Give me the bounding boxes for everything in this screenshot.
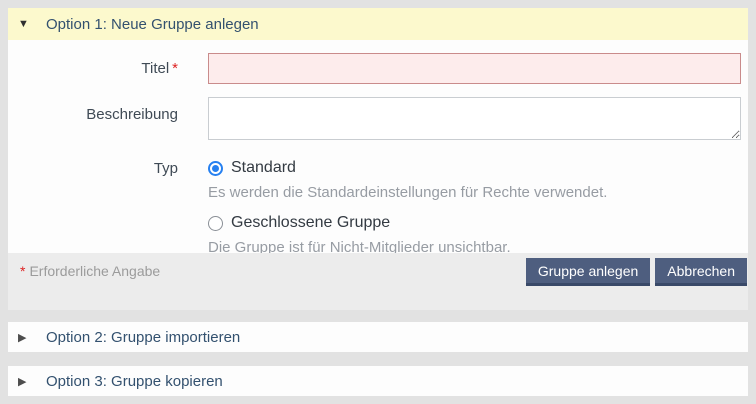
radio-closed-group-help: Die Gruppe ist für Nicht-Mitglieder unsi… — [208, 238, 741, 253]
accordion-header-option2[interactable]: ▶ Option 2: Gruppe importieren — [8, 322, 748, 352]
form-footer: *Erforderliche Angabe Gruppe anlegen Abb… — [8, 253, 748, 310]
radio-unselected-icon[interactable] — [208, 216, 223, 231]
type-field-wrap: Standard Es werden die Standardeinstellu… — [208, 158, 741, 253]
description-textarea[interactable] — [208, 97, 741, 140]
description-field-wrap — [208, 97, 741, 145]
required-note: *Erforderliche Angabe — [20, 258, 521, 279]
triangle-right-icon: ▶ — [18, 375, 38, 388]
accordion-title-option1: Option 1: Neue Gruppe anlegen — [46, 16, 259, 33]
required-note-asterisk: * — [20, 263, 25, 279]
required-asterisk: * — [172, 60, 178, 77]
triangle-right-icon: ▶ — [18, 331, 38, 344]
type-row: Typ Standard Es werden die Standardeinst… — [8, 158, 741, 253]
triangle-down-icon: ▼ — [18, 18, 38, 30]
radio-selected-icon[interactable] — [208, 161, 223, 176]
create-group-button[interactable]: Gruppe anlegen — [526, 258, 650, 286]
radio-closed-group-label: Geschlossene Gruppe — [231, 213, 390, 233]
required-note-text: Erforderliche Angabe — [29, 263, 160, 279]
title-label-text: Titel — [141, 60, 169, 77]
accordion-title-option2: Option 2: Gruppe importieren — [46, 329, 240, 346]
radio-standard[interactable]: Standard — [208, 158, 741, 178]
radio-standard-label: Standard — [231, 158, 296, 178]
radio-standard-help: Es werden die Standardeinstellungen für … — [208, 183, 741, 202]
type-label: Typ — [8, 158, 178, 253]
title-field-wrap — [208, 53, 741, 84]
page: ▼ Option 1: Neue Gruppe anlegen Titel* B… — [0, 0, 756, 404]
accordion-title-option3: Option 3: Gruppe kopieren — [46, 373, 223, 390]
radio-closed-group[interactable]: Geschlossene Gruppe — [208, 213, 741, 233]
spacer — [8, 352, 748, 366]
description-row: Beschreibung — [8, 97, 741, 145]
description-label: Beschreibung — [8, 97, 178, 145]
accordion-header-option1[interactable]: ▼ Option 1: Neue Gruppe anlegen — [8, 8, 748, 40]
title-row: Titel* — [8, 53, 741, 84]
title-input[interactable] — [208, 53, 741, 84]
title-label: Titel* — [8, 53, 178, 84]
cancel-button[interactable]: Abbrechen — [655, 258, 747, 286]
accordion-header-option3[interactable]: ▶ Option 3: Gruppe kopieren — [8, 366, 748, 396]
accordion-panel-option1: ▼ Option 1: Neue Gruppe anlegen Titel* B… — [8, 8, 748, 310]
create-group-form: Titel* Beschreibung Typ Standard — [8, 40, 748, 253]
